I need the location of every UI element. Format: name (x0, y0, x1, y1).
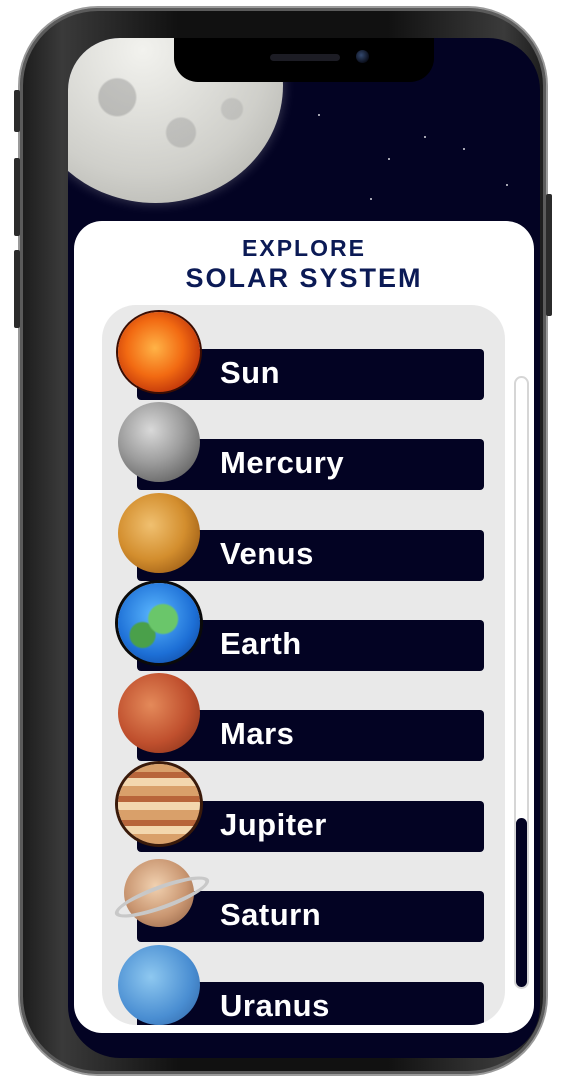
planet-label: Mars (220, 716, 295, 751)
jupiter-icon (118, 764, 200, 844)
camera-icon (356, 50, 369, 63)
mars-icon (118, 673, 200, 753)
power-button (546, 194, 552, 316)
list-item-saturn[interactable]: Saturn (102, 847, 505, 942)
list-item-mercury[interactable]: Mercury (102, 395, 505, 490)
planet-label: Uranus (220, 988, 330, 1023)
list-item-venus[interactable]: Venus (102, 486, 505, 581)
phone-frame: EXPLORE SOLAR SYSTEM Sun Mercury Venus E… (14, 8, 552, 1074)
planet-label: Mercury (220, 445, 345, 480)
page-title-line2: SOLAR SYSTEM (185, 263, 423, 293)
notch (174, 38, 434, 82)
page-title-line1: EXPLORE (242, 235, 366, 261)
mute-switch (14, 90, 20, 132)
volume-up-button (14, 158, 20, 236)
speaker-grille (270, 54, 340, 61)
list-item-mars[interactable]: Mars (102, 666, 505, 761)
volume-down-button (14, 250, 20, 328)
planet-list[interactable]: Sun Mercury Venus Earth Mars Jupiter Sat… (102, 305, 505, 1025)
app-screen: EXPLORE SOLAR SYSTEM Sun Mercury Venus E… (68, 38, 540, 1058)
planet-label: Saturn (220, 897, 322, 932)
list-item-sun[interactable]: Sun (102, 305, 505, 400)
star (318, 114, 320, 116)
earth-icon (118, 583, 200, 663)
scrollbar[interactable] (514, 376, 529, 989)
star (463, 148, 465, 150)
list-item-uranus[interactable]: Uranus (102, 938, 505, 1025)
star (388, 158, 390, 160)
mercury-icon (118, 402, 200, 482)
planet-label: Sun (220, 355, 281, 390)
star (370, 198, 372, 200)
venus-icon (118, 493, 200, 573)
uranus-icon (118, 945, 200, 1025)
planet-label: Earth (220, 626, 302, 661)
star (506, 184, 508, 186)
list-item-jupiter[interactable]: Jupiter (102, 757, 505, 852)
list-item-earth[interactable]: Earth (102, 576, 505, 671)
planet-label: Jupiter (220, 807, 327, 842)
content-card: EXPLORE SOLAR SYSTEM Sun Mercury Venus E… (74, 221, 534, 1033)
scrollbar-thumb[interactable] (516, 818, 527, 987)
star (424, 136, 426, 138)
sun-icon (118, 312, 200, 392)
planet-label: Venus (220, 536, 314, 571)
